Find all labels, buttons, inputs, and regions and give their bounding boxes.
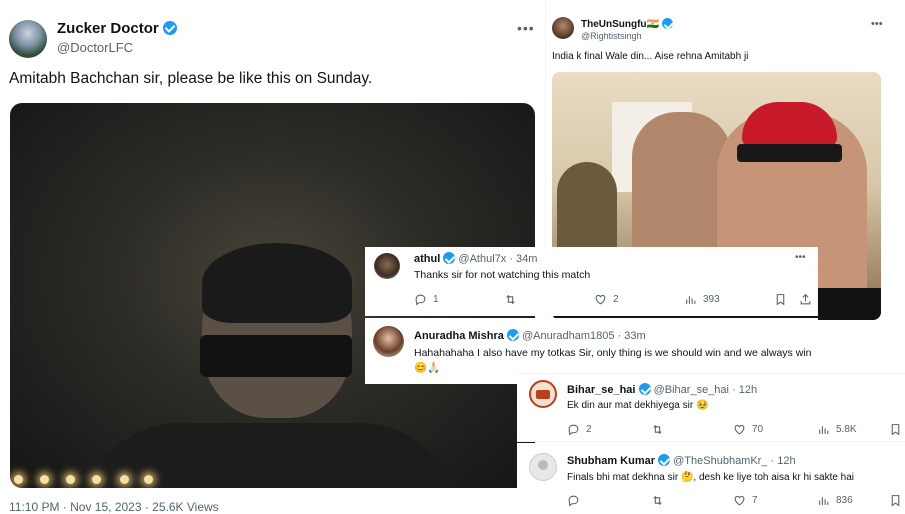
- display-name[interactable]: Zucker Doctor: [57, 20, 177, 37]
- reply-time[interactable]: · 34m: [509, 253, 537, 265]
- like-button[interactable]: 70: [733, 423, 763, 436]
- action-bar: 1 2 393: [414, 293, 814, 307]
- tweet-text: Amitabh Bachchan sir, please be like thi…: [9, 70, 373, 87]
- repost-icon: [506, 294, 515, 305]
- like-icon: [734, 495, 745, 506]
- handle[interactable]: @Rightistsingh: [581, 31, 642, 41]
- reply-header: Anuradha Mishra @Anuradham1805 · 33m: [414, 329, 646, 342]
- bookmark-icon: [776, 294, 785, 306]
- display-name[interactable]: Anuradha Mishra: [414, 330, 504, 342]
- reply-header: Bihar_se_hai @Bihar_se_hai · 12h: [567, 383, 757, 396]
- like-count: 2: [613, 294, 619, 305]
- meme-turban: [742, 102, 837, 147]
- like-count: 70: [752, 424, 764, 435]
- reply-icon: [568, 424, 579, 436]
- views-count: 393: [703, 294, 720, 305]
- reply-card: Bihar_se_hai @Bihar_se_hai · 12h Ek din …: [517, 373, 905, 442]
- share-icon: [800, 293, 811, 305]
- like-icon: [595, 294, 606, 305]
- handle[interactable]: @Anuradham1805: [522, 330, 615, 342]
- avatar[interactable]: [374, 253, 400, 279]
- more-options-icon[interactable]: •••: [517, 20, 535, 36]
- views-icon: [686, 296, 696, 304]
- reply-count: 1: [433, 294, 439, 305]
- verified-badge-icon: [443, 252, 456, 264]
- display-name[interactable]: athul: [414, 253, 440, 265]
- verified-badge-icon: [661, 18, 673, 29]
- views-button[interactable]: 5.8K: [817, 423, 857, 436]
- avatar[interactable]: [373, 326, 404, 357]
- repost-icon: [653, 424, 662, 435]
- reply-text: Thanks sir for not watching this match: [414, 269, 591, 281]
- repost-button[interactable]: [651, 494, 670, 507]
- handle[interactable]: @Bihar_se_hai: [654, 384, 729, 396]
- more-options-icon[interactable]: •••: [795, 252, 806, 263]
- verified-badge-icon: [658, 454, 671, 466]
- display-name-text: TheUnSungfu🇮🇳: [581, 19, 659, 30]
- repost-icon: [653, 495, 662, 506]
- handle[interactable]: @Athul7x: [458, 253, 506, 265]
- handle[interactable]: @DoctorLFC: [57, 40, 133, 55]
- photo-person-hair: [202, 243, 352, 323]
- reply-time[interactable]: · 12h: [732, 384, 757, 396]
- reply-count: 2: [586, 424, 592, 435]
- avatar[interactable]: [529, 453, 557, 481]
- photo-blindfold: [200, 335, 352, 377]
- verified-badge-icon: [506, 329, 519, 341]
- bookmark-icon: [891, 495, 900, 507]
- photo-stage-lights: [10, 475, 535, 487]
- reply-time[interactable]: · 12h: [771, 455, 796, 467]
- reply-header: Shubham Kumar @TheShubhamKr_ · 12h: [567, 454, 796, 467]
- reply-button[interactable]: 1: [414, 293, 439, 306]
- reply-icon: [415, 294, 426, 306]
- views-button[interactable]: 393: [684, 293, 720, 306]
- reply-text: Ek din aur mat dekhiyega sir 🥹: [567, 400, 709, 411]
- views-button[interactable]: 836: [817, 494, 853, 507]
- tweet-text: India k final Wale din... Aise rehna Ami…: [552, 51, 749, 62]
- reply-card: athul @Athul7x · 34m ••• Thanks sir for …: [365, 247, 818, 316]
- reply-button[interactable]: [567, 494, 586, 507]
- more-options-icon[interactable]: •••: [871, 18, 883, 30]
- reply-time[interactable]: · 33m: [618, 330, 646, 342]
- like-button[interactable]: 7: [733, 494, 758, 507]
- reply-button[interactable]: 2: [567, 423, 592, 436]
- bookmark-icon: [891, 424, 900, 436]
- avatar[interactable]: [529, 380, 557, 408]
- repost-button[interactable]: [504, 293, 523, 306]
- reply-header: athul @Athul7x · 34m: [414, 252, 537, 265]
- verified-badge-icon: [638, 383, 651, 395]
- repost-button[interactable]: [651, 423, 670, 436]
- reply-icon: [568, 495, 579, 507]
- views-count: 5.8K: [836, 424, 857, 435]
- reply-card: Shubham Kumar @TheShubhamKr_ · 12h Final…: [517, 443, 905, 509]
- views-count: 836: [836, 495, 853, 506]
- reply-text: Finals bhi mat dekhna sir 🤔, desh ke liy…: [567, 472, 855, 483]
- views-icon: [819, 497, 829, 505]
- like-button[interactable]: 2: [594, 293, 619, 306]
- bookmark-button[interactable]: [774, 293, 787, 306]
- display-name[interactable]: TheUnSungfu🇮🇳: [581, 18, 673, 30]
- like-count: 7: [752, 495, 758, 506]
- avatar[interactable]: [552, 17, 574, 39]
- action-bar: 7 836: [567, 494, 905, 508]
- display-name[interactable]: Bihar_se_hai: [567, 384, 635, 396]
- meme-blindfold: [737, 144, 842, 162]
- views-icon: [819, 426, 829, 434]
- handle[interactable]: @TheShubhamKr_: [673, 455, 767, 467]
- action-bar: 2 70 5.8K: [567, 423, 905, 437]
- avatar[interactable]: [9, 20, 47, 58]
- bookmark-button[interactable]: [889, 423, 902, 436]
- display-name[interactable]: Shubham Kumar: [567, 455, 655, 467]
- reply-text: Hahahahaha I also have my totkas Sir, on…: [414, 347, 812, 374]
- bookmark-button[interactable]: [889, 494, 902, 507]
- share-button[interactable]: [799, 293, 812, 306]
- verified-badge-icon: [162, 21, 177, 35]
- like-icon: [734, 424, 745, 435]
- display-name-text: Zucker Doctor: [57, 20, 159, 37]
- tweet-timestamp[interactable]: 11:10 PM · Nov 15, 2023 · 25.6K Views: [9, 500, 219, 514]
